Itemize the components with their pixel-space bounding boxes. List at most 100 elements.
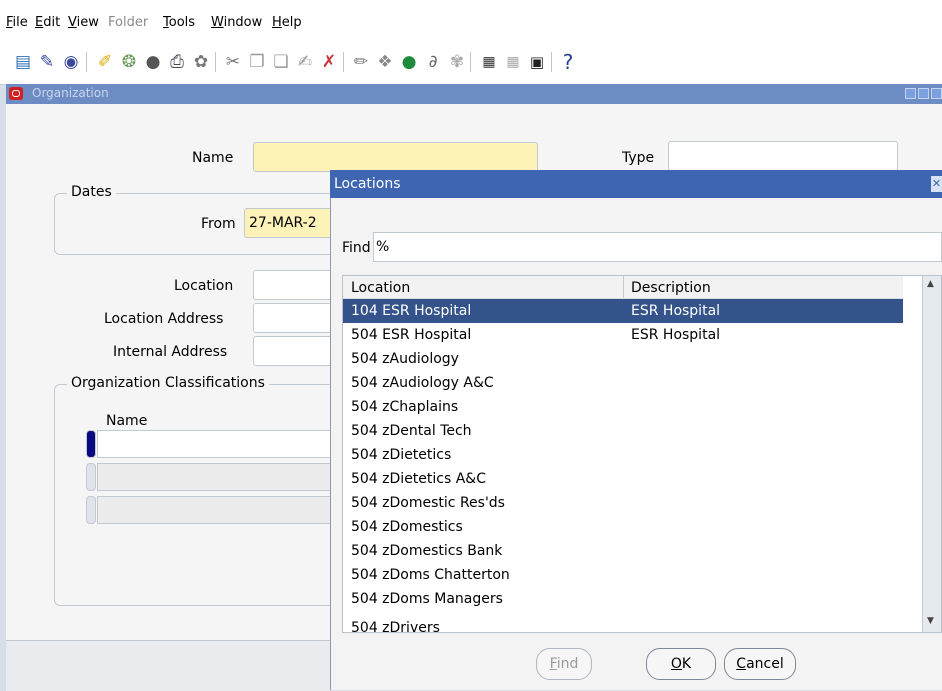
close-form-icon[interactable]: ✿ xyxy=(190,51,212,73)
toolbar-separator xyxy=(215,52,216,72)
list-item[interactable]: 504 zAudiology A&C xyxy=(343,371,903,395)
window-title: Organization xyxy=(32,86,109,100)
location-address-label: Location Address xyxy=(104,311,224,327)
column-divider xyxy=(623,276,624,298)
location-cell: 504 zDomestics xyxy=(351,519,463,535)
location-cell: 504 ESR Hospital xyxy=(351,327,472,343)
location-field[interactable] xyxy=(253,270,333,300)
location-cell: 504 zDomestics Bank xyxy=(351,543,503,559)
type-label: Type xyxy=(622,150,655,166)
menu-view[interactable]: View xyxy=(68,15,99,30)
maximize-icon[interactable] xyxy=(918,88,929,99)
description-cell: ESR Hospital xyxy=(631,303,721,319)
clear-record-icon[interactable]: ✍ xyxy=(294,51,316,73)
copy-icon[interactable]: ❐ xyxy=(246,51,268,73)
find-input[interactable]: % xyxy=(373,232,942,262)
lov-title: Locations xyxy=(334,176,401,192)
location-cell: 504 zDental Tech xyxy=(351,423,472,439)
column-header-description[interactable]: Description xyxy=(631,280,711,296)
classifications-name-header: Name xyxy=(106,413,148,429)
lov-titlebar: Locations xyxy=(330,170,942,198)
list-header: Location Description xyxy=(343,276,903,299)
window-help-icon[interactable]: ▣ xyxy=(526,51,548,73)
toolbar-separator xyxy=(470,52,471,72)
location-cell: 504 zDoms Chatterton xyxy=(351,567,510,583)
location-cell: 504 zDietetics xyxy=(351,447,452,463)
switch-responsibility-icon[interactable]: ● xyxy=(142,51,164,73)
list-scrollbar[interactable]: ▲ ▼ xyxy=(922,276,941,632)
find-label: Find xyxy=(342,240,371,256)
row-indicator[interactable] xyxy=(86,430,96,458)
translations-icon[interactable]: ● xyxy=(398,51,420,73)
classification-name-cell[interactable] xyxy=(97,430,337,458)
location-cell: 504 zDrivers xyxy=(351,620,440,632)
scroll-down-icon[interactable]: ▼ xyxy=(927,616,934,626)
internal-address-field[interactable] xyxy=(253,336,333,366)
classification-name-cell[interactable] xyxy=(97,496,337,524)
row-indicator[interactable] xyxy=(86,463,96,491)
menu-folder: Folder xyxy=(108,15,149,30)
location-label: Location xyxy=(174,278,234,294)
list-item[interactable]: 504 ESR Hospital ESR Hospital xyxy=(343,323,903,347)
minimize-icon[interactable] xyxy=(905,88,916,99)
open-icon[interactable]: ✐ xyxy=(94,51,116,73)
cancel-button[interactable]: Cancel xyxy=(724,648,796,680)
print-icon[interactable]: ⎙ xyxy=(166,51,188,73)
menu-window[interactable]: Window xyxy=(211,15,262,30)
list-item[interactable]: 504 zDomestics Bank xyxy=(343,539,903,563)
ok-button[interactable]: OK xyxy=(646,648,716,680)
menu-file[interactable]: File xyxy=(6,15,28,30)
list-item[interactable]: 504 zDomestics xyxy=(343,515,903,539)
toolbar-separator xyxy=(86,52,87,72)
list-item[interactable]: 504 zDoms Chatterton xyxy=(343,563,903,587)
list-item[interactable]: 504 zDental Tech xyxy=(343,419,903,443)
help-icon[interactable]: ? xyxy=(557,50,579,74)
type-field[interactable] xyxy=(668,141,898,171)
classifications-group-label: Organization Classifications xyxy=(67,375,269,391)
internal-address-label: Internal Address xyxy=(113,344,228,360)
paste-icon[interactable]: ❏ xyxy=(270,51,292,73)
menu-help[interactable]: Help xyxy=(272,15,302,30)
classification-name-cell[interactable] xyxy=(97,463,337,491)
from-label: From xyxy=(201,216,236,232)
location-address-field[interactable] xyxy=(253,303,333,333)
list-item[interactable]: 504 zDietetics A&C xyxy=(343,467,903,491)
calendar-icon[interactable]: ▦ xyxy=(478,51,500,73)
toolbar-separator xyxy=(551,52,552,72)
name-field[interactable] xyxy=(253,142,538,172)
close-icon[interactable] xyxy=(931,88,942,99)
location-cell: 504 zDomestic Res'ds xyxy=(351,495,505,511)
navigator-icon[interactable]: ◉ xyxy=(60,51,82,73)
list-item[interactable]: 504 zDrivers xyxy=(343,611,903,632)
zoom-icon[interactable]: ❖ xyxy=(374,51,396,73)
cut-icon[interactable]: ✂ xyxy=(222,51,244,73)
from-date-field[interactable]: 27-MAR-2 xyxy=(244,208,344,238)
lov-close-icon[interactable]: ✕ xyxy=(931,176,942,192)
new-record-icon[interactable]: ▤ xyxy=(12,51,34,73)
location-cell: 504 zAudiology xyxy=(351,351,459,367)
menu-tools[interactable]: Tools xyxy=(163,15,195,30)
list-item[interactable]: 504 zAudiology xyxy=(343,347,903,371)
column-header-location[interactable]: Location xyxy=(351,280,410,296)
classifications-group xyxy=(54,384,344,606)
form-button-bar xyxy=(6,640,330,691)
save-and-proceed-icon[interactable]: ❂ xyxy=(118,51,140,73)
location-cell: 504 zDoms Managers xyxy=(351,591,503,607)
list-item[interactable]: 504 zChaplains xyxy=(343,395,903,419)
find-button: Find xyxy=(536,648,592,680)
row-indicator[interactable] xyxy=(86,496,96,524)
attachments-icon[interactable]: ∂ xyxy=(422,51,444,73)
edit-field-icon[interactable]: ✏ xyxy=(350,51,372,73)
folder-tools-icon[interactable]: ✾ xyxy=(446,51,468,73)
delete-record-icon[interactable]: ✗ xyxy=(318,51,340,73)
organization-titlebar: Organization xyxy=(6,84,942,104)
find-icon[interactable]: ✎ xyxy=(36,51,58,73)
scroll-up-icon[interactable]: ▲ xyxy=(927,279,934,289)
list-item[interactable]: 504 zDoms Managers xyxy=(343,587,903,611)
list-item[interactable]: 504 zDomestic Res'ds xyxy=(343,491,903,515)
location-cell: 504 zAudiology A&C xyxy=(351,375,494,391)
list-item[interactable]: 104 ESR Hospital ESR Hospital xyxy=(343,299,903,323)
menu-edit[interactable]: Edit xyxy=(35,15,60,30)
location-cell: 104 ESR Hospital xyxy=(351,303,472,319)
list-item[interactable]: 504 zDietetics xyxy=(343,443,903,467)
